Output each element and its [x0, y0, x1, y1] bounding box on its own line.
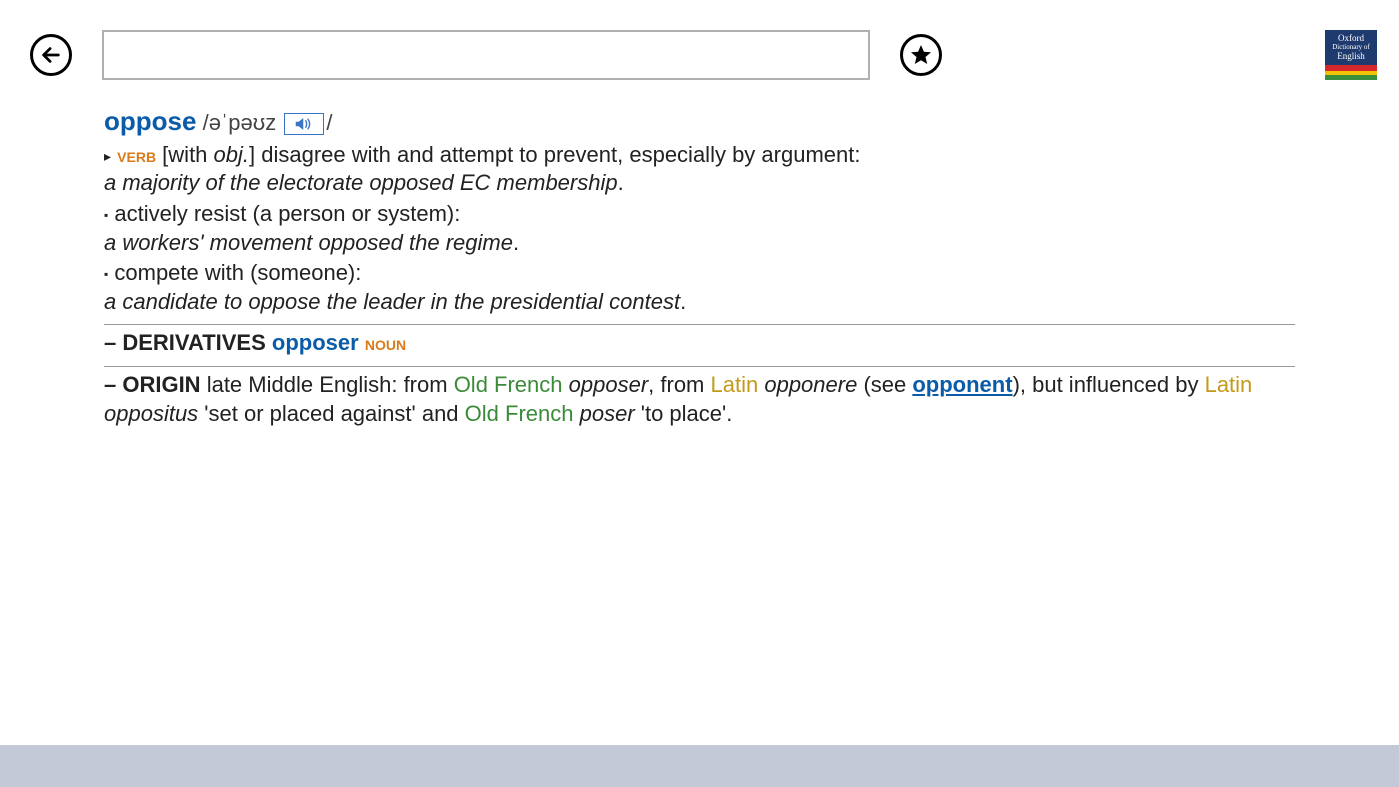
definition-3: compete with (someone):: [108, 260, 361, 285]
example-1-row: a majority of the electorate opposed EC …: [104, 169, 1295, 198]
example-3-end: .: [680, 289, 686, 314]
definition-1: disagree with and attempt to prevent, es…: [261, 142, 860, 167]
part-of-speech: verb: [117, 145, 156, 167]
gram-open: [with: [156, 142, 213, 167]
example-2-end: .: [513, 230, 519, 255]
origin-p4: ), but influenced by: [1013, 372, 1205, 397]
example-2: a workers' movement opposed the regime: [104, 230, 513, 255]
example-3-row: a candidate to oppose the leader in the …: [104, 288, 1295, 317]
pron-open: /: [196, 110, 208, 135]
pronunciation: əˈpəʊz: [209, 110, 277, 135]
toolbar: [0, 0, 1399, 95]
origin-w2: opponere: [764, 372, 857, 397]
audio-button[interactable]: [284, 113, 324, 135]
example-1: a majority of the electorate opposed EC …: [104, 170, 618, 195]
derivative-word: opposer: [272, 330, 359, 355]
definition-2: actively resist (a person or system):: [108, 201, 460, 226]
entry-content: oppose /əˈpəʊz / ▸ verb [with obj.] disa…: [0, 95, 1399, 428]
gram-close: ]: [249, 142, 261, 167]
back-button[interactable]: [30, 34, 72, 76]
origin-lang2: Latin: [711, 372, 759, 397]
gram-italic: obj.: [214, 142, 249, 167]
logo-line3: English: [1325, 52, 1377, 62]
app-logo: Oxford Dictionary of English: [1325, 30, 1377, 80]
origin-p3: (see: [857, 372, 912, 397]
headword-line: oppose /əˈpəʊz /: [104, 105, 1295, 139]
cross-reference-link[interactable]: opponent: [912, 372, 1012, 397]
search-input[interactable]: [102, 30, 870, 80]
derivative-pos: noun: [365, 333, 406, 355]
speaker-icon: [295, 117, 313, 131]
sense-2: ▪ actively resist (a person or system):: [104, 200, 1295, 229]
headword: oppose: [104, 106, 196, 136]
origin-w4: poser: [580, 401, 635, 426]
origin-p1: late Middle English: from: [201, 372, 454, 397]
origin-p2: , from: [648, 372, 710, 397]
example-3: a candidate to oppose the leader in the …: [104, 289, 680, 314]
example-1-end: .: [618, 170, 624, 195]
origin-lang4: Old French: [465, 401, 574, 426]
sense-marker: ▸: [104, 148, 111, 164]
footer-bar: [0, 745, 1399, 787]
derivatives-section: – DERIVATIVES opposer noun: [104, 324, 1295, 358]
star-icon: [909, 43, 933, 67]
sense-1: ▸ verb [with obj.] disagree with and att…: [104, 141, 1295, 170]
origin-p5: 'set or placed against' and: [198, 401, 464, 426]
favorite-button[interactable]: [900, 34, 942, 76]
origin-p6: 'to place'.: [635, 401, 733, 426]
origin-lang1: Old French: [454, 372, 563, 397]
pron-close: /: [326, 110, 332, 135]
origin-w3: oppositus: [104, 401, 198, 426]
origin-lang3: Latin: [1205, 372, 1253, 397]
sense-3: ▪ compete with (someone):: [104, 259, 1295, 288]
derivatives-label: – DERIVATIVES: [104, 330, 266, 355]
arrow-left-icon: [40, 44, 62, 66]
example-2-row: a workers' movement opposed the regime.: [104, 229, 1295, 258]
origin-w1: opposer: [569, 372, 649, 397]
origin-label: – ORIGIN: [104, 372, 201, 397]
origin-section: – ORIGIN late Middle English: from Old F…: [104, 366, 1295, 428]
